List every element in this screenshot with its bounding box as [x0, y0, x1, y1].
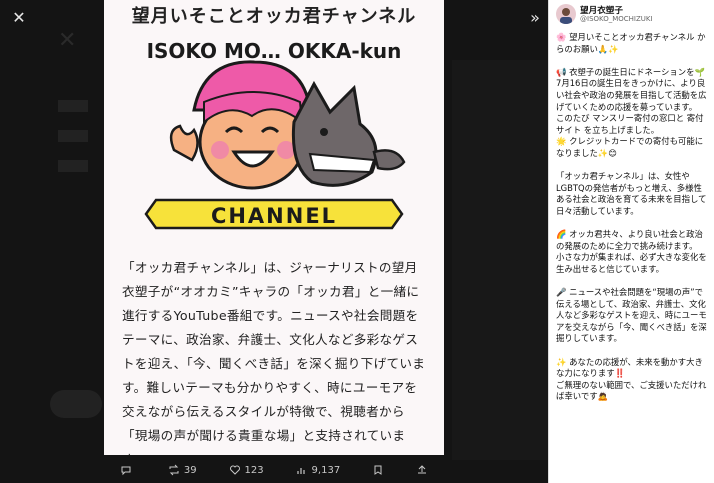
reply-button[interactable]	[120, 464, 136, 476]
views-button[interactable]: 9,137	[296, 464, 341, 476]
views-icon	[296, 468, 305, 474]
retweet-icon	[169, 464, 179, 476]
tweet-detail-panel: 望月衣塑子 @ISOKO_MOCHIZUKI 🌸 望月いそことオッカ君チャンネル…	[548, 0, 714, 483]
share-icon	[418, 465, 427, 474]
logo-arc-text: ISOKO MO… OKKA-kun	[147, 39, 402, 63]
bookmark-button[interactable]	[372, 464, 384, 476]
author-handle[interactable]: @ISOKO_MOCHIZUKI	[580, 15, 653, 23]
channel-logo: ISOKO MO… OKKA-kun CHANNEL	[144, 39, 406, 230]
views-count: 9,137	[311, 464, 341, 476]
like-button[interactable]: 123	[229, 464, 264, 476]
tweet-text: 🌸 望月いそことオッカ君チャンネル からのお願い🙏✨ 📢 衣塑子の誕生日にドネー…	[556, 32, 707, 402]
background-nav-item	[58, 160, 88, 172]
share-button[interactable]	[416, 464, 428, 476]
background-nav-item	[58, 100, 88, 112]
retweet-button[interactable]: 39	[168, 464, 197, 476]
media-image: 望月いそことオッカ君チャンネル ISOKO MO… OKKA-kun CHANN…	[104, 0, 444, 455]
girl-face-icon	[169, 60, 312, 190]
image-description: 「オッカ君チャンネル」は、ジャーナリストの望月衣塑子が“オオカミ”キャラの「オッ…	[122, 260, 426, 455]
banner-text: CHANNEL	[211, 204, 337, 228]
heart-icon	[229, 465, 240, 475]
channel-banner: CHANNEL	[144, 198, 404, 230]
close-icon[interactable]: ✕	[6, 4, 32, 30]
like-count: 123	[244, 464, 264, 476]
tweet-actions: 39 123 9,137	[104, 458, 444, 482]
background-post-button	[50, 390, 102, 418]
reply-icon	[121, 466, 131, 476]
retweet-count: 39	[183, 464, 197, 476]
bookmark-icon	[374, 465, 382, 475]
wolf-okka-icon	[291, 80, 406, 187]
background-nav-item	[58, 130, 88, 142]
background-timeline	[452, 60, 548, 460]
avatar[interactable]	[556, 4, 576, 24]
collapse-panel-icon[interactable]: »	[522, 4, 548, 30]
image-title: 望月いそことオッカ君チャンネル	[131, 6, 417, 27]
background-x-logo: ✕	[58, 28, 77, 53]
